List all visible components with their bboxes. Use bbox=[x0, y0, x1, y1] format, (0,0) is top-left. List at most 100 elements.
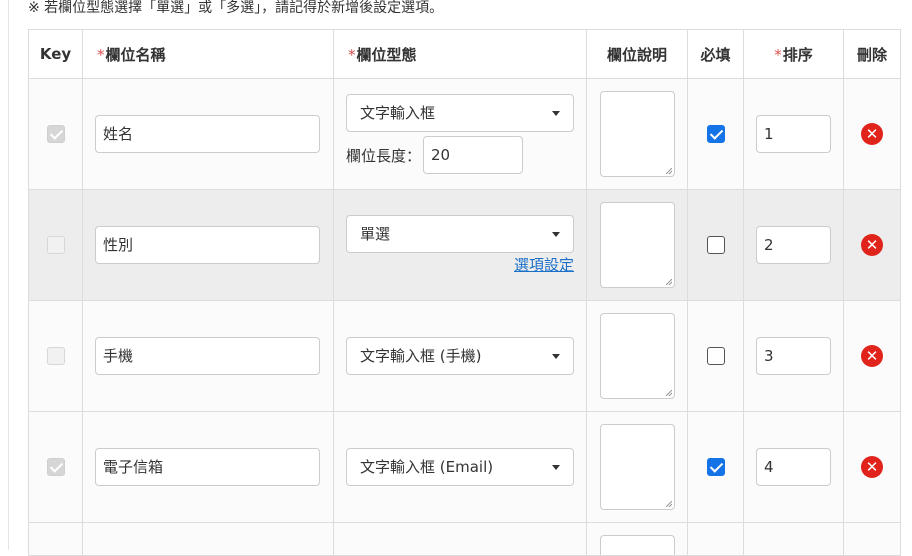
header-required: 必填 bbox=[687, 29, 744, 79]
header-type: *欄位型態 bbox=[333, 29, 587, 79]
field-type-value: 文字輸入框 (手機) bbox=[360, 347, 482, 365]
sort-input[interactable]: 3 bbox=[756, 337, 831, 375]
field-type-select[interactable]: 單選 bbox=[346, 215, 574, 253]
field-table: Key *欄位名稱 *欄位型態 欄位說明 必填 *排序 刪除 姓名 文字輸入框 bbox=[28, 29, 901, 556]
field-type-value: 文字輸入框 bbox=[360, 104, 436, 122]
name-cell: 手機 bbox=[82, 300, 334, 412]
delete-cell: ✕ bbox=[843, 189, 901, 301]
sort-cell: 4 bbox=[743, 411, 844, 523]
type-cell: 單選 選項設定 bbox=[333, 189, 587, 301]
field-type-select[interactable]: 文字輸入框 bbox=[346, 94, 574, 132]
table-row: 手機 文字輸入框 (手機) 3 ✕ bbox=[28, 300, 901, 412]
field-type-value: 單選 bbox=[360, 225, 391, 243]
field-type-select[interactable]: 文字輸入框 (手機) bbox=[346, 337, 574, 375]
resize-grip-icon[interactable] bbox=[665, 501, 672, 507]
field-name-input[interactable]: 手機 bbox=[95, 337, 320, 375]
sort-input[interactable]: 1 bbox=[756, 115, 831, 153]
field-name-input[interactable]: 性別 bbox=[95, 226, 320, 264]
delete-circle-x-icon[interactable]: ✕ bbox=[861, 234, 883, 256]
check-icon bbox=[49, 126, 63, 140]
field-desc-textarea[interactable] bbox=[599, 424, 675, 510]
option-settings-link[interactable]: 選項設定 bbox=[334, 255, 574, 275]
key-checkbox[interactable] bbox=[46, 347, 65, 366]
caret-down-icon bbox=[552, 232, 560, 237]
desc-cell bbox=[586, 411, 688, 523]
key-checkbox[interactable] bbox=[46, 236, 65, 255]
key-cell bbox=[28, 300, 83, 412]
field-length-row: 欄位長度： 20 bbox=[346, 136, 586, 174]
table-row bbox=[28, 522, 901, 556]
name-cell: 性別 bbox=[82, 189, 334, 301]
delete-circle-x-icon[interactable]: ✕ bbox=[861, 345, 883, 367]
required-cell bbox=[687, 411, 744, 523]
type-cell: 文字輸入框 (手機) bbox=[333, 300, 587, 412]
key-checkbox[interactable] bbox=[46, 125, 65, 144]
field-desc-textarea[interactable] bbox=[599, 535, 675, 555]
check-icon bbox=[709, 459, 723, 473]
table-row: 性別 單選 選項設定 2 ✕ bbox=[28, 189, 901, 301]
field-type-value: 文字輸入框 (Email) bbox=[360, 458, 494, 476]
name-cell: 電子信箱 bbox=[82, 411, 334, 523]
required-checkbox[interactable] bbox=[706, 347, 725, 366]
resize-grip-icon[interactable] bbox=[665, 390, 672, 396]
name-cell: 姓名 bbox=[82, 78, 334, 190]
key-checkbox[interactable] bbox=[46, 458, 65, 477]
field-desc-textarea[interactable] bbox=[599, 202, 675, 288]
resize-grip-icon[interactable] bbox=[665, 168, 672, 174]
notice-text: ※ 若欄位型態選擇「單選」或「多選」，請記得於新增後設定選項。 bbox=[28, 0, 444, 16]
delete-circle-x-icon[interactable]: ✕ bbox=[861, 456, 883, 478]
required-cell bbox=[687, 522, 744, 556]
required-mark: * bbox=[774, 45, 782, 64]
key-cell bbox=[28, 78, 83, 190]
desc-cell bbox=[586, 522, 688, 556]
name-cell bbox=[82, 522, 334, 556]
desc-cell bbox=[586, 78, 688, 190]
delete-circle-x-icon[interactable]: ✕ bbox=[861, 123, 883, 145]
required-checkbox[interactable] bbox=[706, 125, 725, 144]
table-row: 姓名 文字輸入框 欄位長度： 20 1 ✕ bbox=[28, 78, 901, 190]
check-icon bbox=[49, 459, 63, 473]
desc-cell bbox=[586, 189, 688, 301]
header-sort-label: 排序 bbox=[782, 45, 813, 64]
desc-cell bbox=[586, 300, 688, 412]
required-cell bbox=[687, 300, 744, 412]
field-desc-textarea[interactable] bbox=[599, 91, 675, 177]
header-desc: 欄位說明 bbox=[586, 29, 688, 79]
delete-cell bbox=[843, 522, 901, 556]
sort-input[interactable]: 4 bbox=[756, 448, 831, 486]
field-length-label: 欄位長度： bbox=[346, 146, 422, 165]
field-desc-textarea[interactable] bbox=[599, 313, 675, 399]
sort-cell: 2 bbox=[743, 189, 844, 301]
field-length-input[interactable]: 20 bbox=[423, 136, 524, 174]
required-checkbox[interactable] bbox=[706, 458, 725, 477]
header-type-label: 欄位型態 bbox=[356, 45, 417, 64]
table-row: 電子信箱 文字輸入框 (Email) 4 ✕ bbox=[28, 411, 901, 523]
delete-cell: ✕ bbox=[843, 300, 901, 412]
required-checkbox[interactable] bbox=[706, 236, 725, 255]
header-name-label: 欄位名稱 bbox=[105, 45, 166, 64]
delete-cell: ✕ bbox=[843, 78, 901, 190]
check-icon bbox=[709, 126, 723, 140]
sort-cell bbox=[743, 522, 844, 556]
page-left-border bbox=[8, 0, 9, 550]
caret-down-icon bbox=[552, 111, 560, 116]
delete-cell: ✕ bbox=[843, 411, 901, 523]
caret-down-icon bbox=[552, 465, 560, 470]
sort-input[interactable]: 2 bbox=[756, 226, 831, 264]
header-name: *欄位名稱 bbox=[82, 29, 334, 79]
caret-down-icon bbox=[552, 354, 560, 359]
key-cell bbox=[28, 522, 83, 556]
field-type-select[interactable]: 文字輸入框 (Email) bbox=[346, 448, 574, 486]
required-cell bbox=[687, 78, 744, 190]
type-cell: 文字輸入框 欄位長度： 20 bbox=[333, 78, 587, 190]
sort-cell: 3 bbox=[743, 300, 844, 412]
header-sort: *排序 bbox=[743, 29, 844, 79]
type-cell bbox=[333, 522, 587, 556]
field-name-input[interactable]: 電子信箱 bbox=[95, 448, 320, 486]
required-mark: * bbox=[97, 45, 105, 64]
resize-grip-icon[interactable] bbox=[665, 279, 672, 285]
header-delete: 刪除 bbox=[843, 29, 901, 79]
field-name-input[interactable]: 姓名 bbox=[95, 115, 320, 153]
key-cell bbox=[28, 411, 83, 523]
required-mark: * bbox=[348, 45, 356, 64]
